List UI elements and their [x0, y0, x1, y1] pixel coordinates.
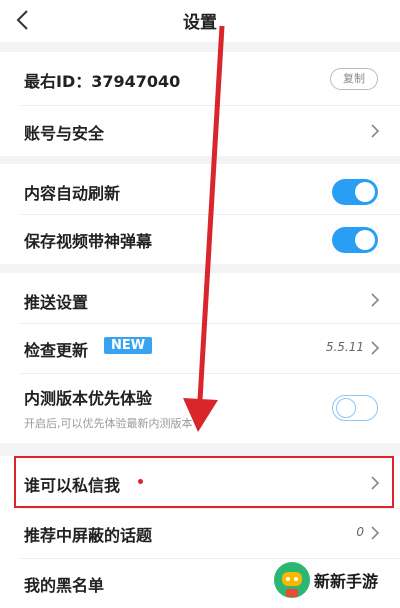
- chevron-right-icon: [371, 341, 380, 355]
- save-danmaku-label: 保存视频带神弹幕: [24, 232, 153, 251]
- version-number: 5.5.11: [325, 340, 364, 354]
- beta-toggle[interactable]: [332, 395, 378, 421]
- push-settings-label: 推送设置: [24, 293, 89, 312]
- check-update-label: 检查更新: [24, 341, 89, 360]
- blocked-topics-count: 0: [356, 525, 364, 539]
- title-bar: 设置: [0, 0, 400, 42]
- account-security-label: 账号与安全: [24, 124, 105, 143]
- blocked-topics-label: 推荐中屏蔽的话题: [24, 526, 153, 545]
- beta-row: 内测版本优先体验 开启后,可以优先体验最新内测版本: [0, 373, 400, 443]
- toggle-knob: [336, 398, 356, 418]
- content-group: 内容自动刷新 保存视频带神弹幕: [0, 164, 400, 264]
- chevron-right-icon: [371, 124, 380, 138]
- watermark: 新新手游: [268, 552, 400, 608]
- save-danmaku-row: 保存视频带神弹幕: [0, 212, 400, 266]
- account-group: 最右ID：37947040 复制 账号与安全: [0, 52, 400, 156]
- watermark-text: 新新手游: [314, 572, 379, 591]
- highlight-box: [14, 456, 394, 508]
- page-title: 设置: [183, 13, 217, 33]
- chevron-right-icon: [371, 526, 380, 540]
- toggle-knob: [355, 182, 375, 202]
- new-badge: NEW: [104, 337, 153, 354]
- blacklist-label: 我的黑名单: [24, 576, 105, 595]
- beta-label: 内测版本优先体验: [24, 389, 153, 408]
- account-security-row[interactable]: 账号与安全: [0, 104, 400, 158]
- beta-description: 开启后,可以优先体验最新内测版本: [24, 417, 193, 430]
- copy-button[interactable]: 复制: [330, 68, 378, 90]
- auto-refresh-toggle[interactable]: [332, 179, 378, 205]
- red-dot-marker: [138, 479, 143, 484]
- chevron-right-icon: [371, 293, 380, 307]
- auto-refresh-row: 内容自动刷新: [0, 164, 400, 218]
- user-id-label: 最右ID：37947040: [24, 72, 181, 91]
- push-settings-row[interactable]: 推送设置: [0, 273, 400, 327]
- watermark-logo-icon: [274, 562, 310, 598]
- user-id-row: 最右ID：37947040 复制: [0, 52, 400, 106]
- save-danmaku-toggle[interactable]: [332, 227, 378, 253]
- auto-refresh-label: 内容自动刷新: [24, 184, 121, 203]
- check-update-row[interactable]: 检查更新 NEW 5.5.11: [0, 321, 400, 375]
- misc-group: 推送设置 检查更新 NEW 5.5.11 内测版本优先体验 开启后,可以优先体验…: [0, 273, 400, 443]
- toggle-knob: [355, 230, 375, 250]
